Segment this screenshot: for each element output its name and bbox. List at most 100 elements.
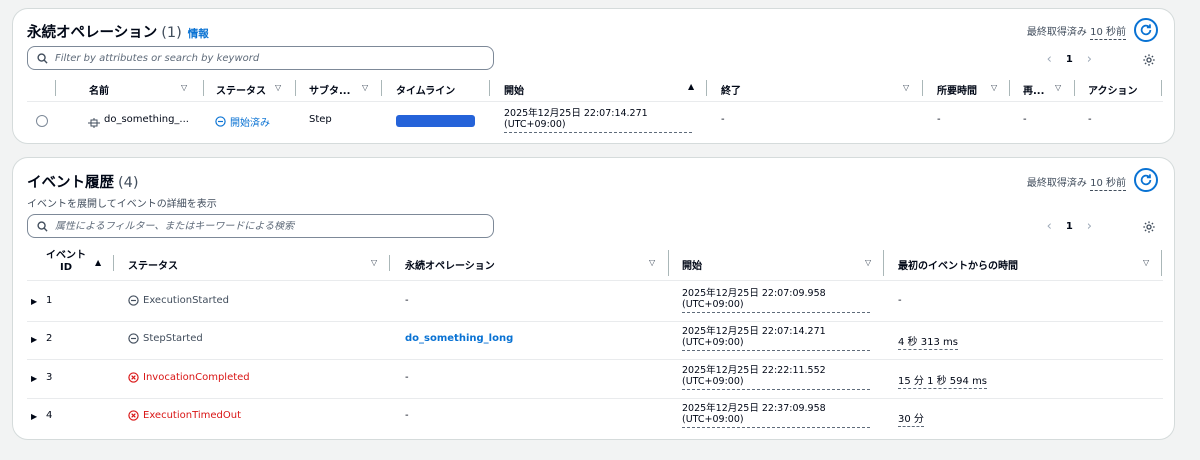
last-fetched-label: 最終取得済み	[1026, 178, 1087, 189]
table-row[interactable]: ▶ 4 ExecutionTimedOut - 2025年12月25日 22:3…	[13, 400, 1176, 436]
last-fetched: 最終取得済み 10 秒前	[1026, 23, 1126, 40]
start-time: 2025年12月25日 22:22:11.552 (UTC+09:00)	[682, 365, 870, 390]
pagination: ‹ 1 ›	[1047, 220, 1092, 233]
status-text: InvocationCompleted	[143, 372, 250, 383]
expand-caret-icon[interactable]: ▶	[31, 297, 37, 306]
sort-caret-icon[interactable]: ▽	[903, 83, 909, 92]
operation: -	[405, 410, 409, 421]
search-bar[interactable]	[27, 46, 494, 70]
next-page-icon[interactable]: ›	[1087, 53, 1092, 66]
operation-name[interactable]: do_something_...	[104, 114, 189, 125]
table-row[interactable]: do_something_... 開始済み Step 2025年12月25日 2…	[13, 105, 1176, 137]
event-history-panel: イベント履歴 (4) イベントを展開してイベントの詳細を表示 最終取得済み 10 …	[12, 157, 1175, 440]
in-progress-icon	[215, 116, 226, 127]
search-input[interactable]	[55, 52, 485, 64]
duration: -	[937, 114, 941, 125]
search-bar[interactable]	[27, 214, 494, 238]
start-time: 2025年12月25日 22:07:14.271 (UTC+09:00)	[504, 108, 692, 133]
operation-link[interactable]: do_something_long	[405, 333, 513, 344]
page-number[interactable]: 1	[1066, 54, 1073, 65]
sort-asc-icon[interactable]: ▲	[688, 82, 694, 91]
status-text: 開始済み	[230, 118, 270, 129]
col-event-id-line2: ID	[59, 262, 73, 273]
search-input[interactable]	[55, 220, 485, 232]
sort-asc-icon[interactable]: ▲	[95, 258, 101, 267]
elapsed: -	[898, 295, 902, 306]
col-operation[interactable]: 永続オペレーション	[405, 257, 495, 272]
expand-caret-icon[interactable]: ▶	[31, 374, 37, 383]
start-date: 2025年12月25日 22:22:11.552	[682, 365, 826, 376]
panel-description: イベントを展開してイベントの詳細を表示	[27, 199, 217, 210]
sort-caret-icon[interactable]: ▽	[649, 258, 655, 267]
refresh-button[interactable]	[1134, 18, 1158, 42]
col-start[interactable]: 開始	[682, 257, 702, 272]
gear-icon	[1143, 54, 1155, 66]
start-tz: (UTC+09:00)	[504, 119, 566, 130]
sort-caret-icon[interactable]: ▽	[1055, 83, 1061, 92]
col-timeline[interactable]: タイムライン	[396, 82, 455, 97]
search-icon	[37, 220, 48, 232]
end-time: -	[721, 114, 725, 125]
ops-count: (1)	[161, 25, 182, 41]
col-name[interactable]: 名前	[89, 82, 109, 97]
col-subtype[interactable]: サブタ...	[309, 82, 350, 97]
row-select-radio[interactable]	[36, 115, 48, 127]
table-row[interactable]: ▶ 3 InvocationCompleted - 2025年12月25日 22…	[13, 361, 1176, 397]
status-badge: ExecutionTimedOut	[128, 410, 241, 421]
col-status[interactable]: ステータス	[216, 82, 266, 97]
expand-caret-icon[interactable]: ▶	[31, 335, 37, 344]
col-duration[interactable]: 所要時間	[937, 82, 977, 97]
sort-caret-icon[interactable]: ▽	[181, 83, 187, 92]
in-progress-icon	[128, 295, 139, 306]
action: -	[1088, 114, 1092, 125]
sort-caret-icon[interactable]: ▽	[865, 258, 871, 267]
col-status[interactable]: ステータス	[128, 257, 178, 272]
status-badge: ExecutionStarted	[128, 295, 229, 306]
start-time: 2025年12月25日 22:07:09.958 (UTC+09:00)	[682, 288, 870, 313]
sort-caret-icon[interactable]: ▽	[371, 258, 377, 267]
col-event-id[interactable]: イベント ID	[46, 250, 86, 274]
page-number[interactable]: 1	[1066, 221, 1073, 232]
settings-button[interactable]	[1142, 219, 1156, 238]
ops-title-text: 永続オペレーション	[27, 25, 158, 41]
last-fetched: 最終取得済み 10 秒前	[1026, 174, 1126, 191]
sort-caret-icon[interactable]: ▽	[991, 83, 997, 92]
panel-title: イベント履歴 (4)	[27, 171, 139, 192]
table-row[interactable]: ▶ 2 StepStarted do_something_long 2025年1…	[13, 323, 1176, 359]
expand-caret-icon[interactable]: ▶	[31, 412, 37, 421]
col-action[interactable]: アクション	[1088, 82, 1138, 97]
status-badge: StepStarted	[128, 333, 203, 344]
table-row[interactable]: ▶ 1 ExecutionStarted - 2025年12月25日 22:07…	[13, 283, 1176, 319]
events-table-header: イベント ID ▲ ステータス ▽ 永続オペレーション ▽ 開始 ▽ 最初のイベ…	[13, 250, 1176, 276]
prev-page-icon[interactable]: ‹	[1047, 220, 1052, 233]
events-title-text: イベント履歴	[27, 175, 114, 191]
prev-page-icon[interactable]: ‹	[1047, 53, 1052, 66]
start-tz: (UTC+09:00)	[682, 299, 744, 310]
col-elapsed[interactable]: 最初のイベントからの時間	[898, 257, 1018, 272]
next-page-icon[interactable]: ›	[1087, 220, 1092, 233]
col-event-id-line1: イベント	[46, 250, 86, 261]
event-id: 3	[46, 372, 53, 383]
sort-caret-icon[interactable]: ▽	[1143, 258, 1149, 267]
events-count: (4)	[118, 175, 139, 191]
info-link[interactable]: 情報	[188, 28, 209, 40]
start-date: 2025年12月25日 22:07:14.271	[504, 108, 648, 119]
last-fetched-ago: 10 秒前	[1090, 178, 1126, 191]
col-start[interactable]: 開始	[504, 82, 524, 97]
refresh-icon	[1140, 174, 1152, 186]
start-tz: (UTC+09:00)	[682, 414, 744, 425]
last-fetched-label: 最終取得済み	[1026, 27, 1087, 38]
refresh-button[interactable]	[1134, 168, 1158, 192]
col-end[interactable]: 終了	[721, 82, 741, 97]
error-icon	[128, 410, 139, 421]
event-id: 2	[46, 333, 53, 344]
start-date: 2025年12月25日 22:07:14.271	[682, 326, 826, 337]
status-text: ExecutionTimedOut	[143, 410, 242, 421]
sort-caret-icon[interactable]: ▽	[275, 83, 281, 92]
sort-caret-icon[interactable]: ▽	[362, 83, 368, 92]
col-retry[interactable]: 再...	[1023, 82, 1044, 97]
settings-button[interactable]	[1142, 52, 1156, 71]
start-tz: (UTC+09:00)	[682, 376, 744, 387]
timeline-bar[interactable]	[396, 115, 475, 127]
elapsed: 30 分	[898, 410, 924, 427]
